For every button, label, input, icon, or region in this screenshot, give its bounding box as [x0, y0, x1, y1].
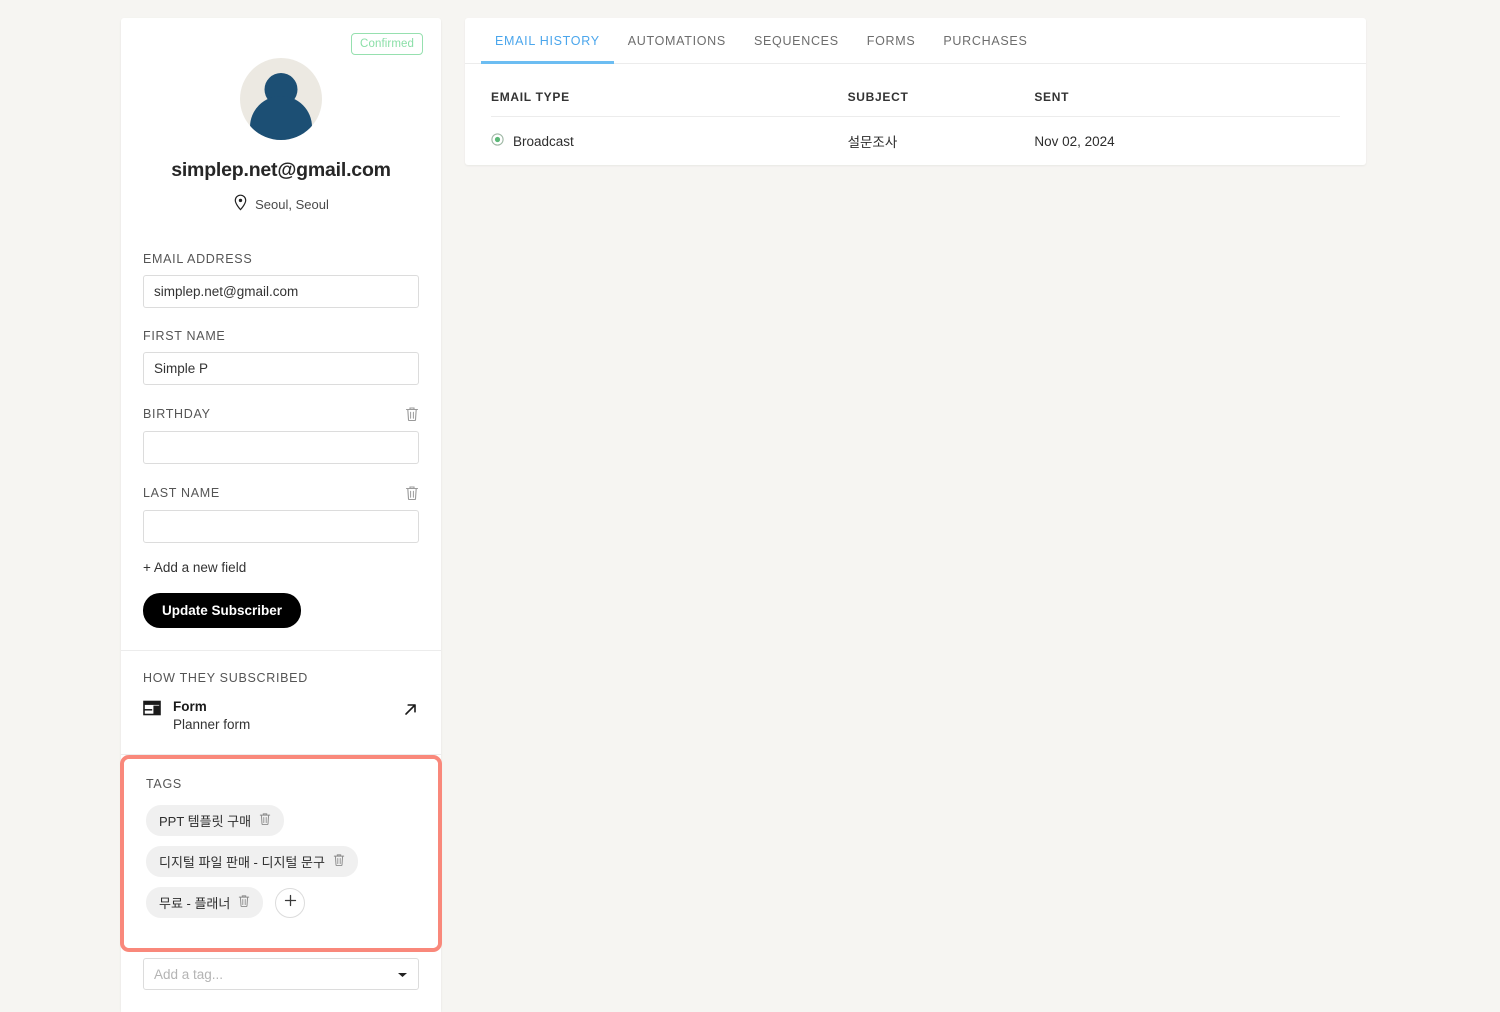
remove-tag-trash-icon[interactable] [259, 812, 271, 829]
email-field-label-text: EMAIL ADDRESS [143, 252, 253, 266]
radio-circle-icon [491, 133, 504, 149]
tags-section: TAGS PPT 템플릿 구매 디지털 파일 판매 - 디지털 문구 무료 - … [124, 759, 438, 948]
add-tag-select-wrapper: Add a tag... [121, 952, 441, 1012]
column-header-sent: SENT [1034, 64, 1340, 117]
column-header-email-type: EMAIL TYPE [491, 64, 848, 117]
email-history-table: EMAIL TYPE SUBJECT SENT Broadcast 설문조사 N… [491, 64, 1340, 165]
activity-panel: EMAIL HISTORY AUTOMATIONS SEQUENCES FORM… [465, 18, 1366, 165]
tag-label: 디지털 파일 판매 - 디지털 문구 [159, 855, 325, 870]
tag-pill[interactable]: 디지털 파일 판매 - 디지털 문구 [146, 846, 358, 877]
tab-automations[interactable]: AUTOMATIONS [614, 18, 740, 64]
tag-row: 디지털 파일 판매 - 디지털 문구 [146, 846, 416, 877]
add-tag-button[interactable] [275, 887, 306, 918]
tag-pill[interactable]: PPT 템플릿 구매 [146, 805, 285, 836]
birthday-field-label-text: BIRTHDAY [143, 407, 211, 421]
tab-sequences[interactable]: SEQUENCES [740, 18, 853, 64]
tag-row: PPT 템플릿 구매 [146, 805, 416, 836]
map-pin-icon [233, 194, 248, 214]
add-tag-select[interactable]: Add a tag... [143, 958, 419, 990]
status-badge: Confirmed [351, 33, 423, 55]
profile-location-label: Seoul, Seoul [255, 196, 329, 212]
activity-tabs: EMAIL HISTORY AUTOMATIONS SEQUENCES FORM… [465, 18, 1366, 64]
tab-email-history[interactable]: EMAIL HISTORY [481, 18, 614, 64]
cell-subject: 설문조사 [847, 135, 898, 150]
profile-location: Seoul, Seoul [143, 194, 419, 214]
birthday-field[interactable] [143, 431, 419, 464]
avatar-body-icon [250, 96, 312, 140]
first-name-field[interactable] [143, 352, 419, 385]
remove-tag-trash-icon[interactable] [333, 853, 345, 870]
email-history-table-area: EMAIL TYPE SUBJECT SENT Broadcast 설문조사 N… [465, 64, 1366, 165]
remove-tag-trash-icon[interactable] [238, 894, 250, 911]
cell-sent: Nov 02, 2024 [1034, 133, 1115, 149]
tags-highlight-box: TAGS PPT 템플릿 구매 디지털 파일 판매 - 디지털 문구 무료 - … [120, 755, 442, 952]
last-name-field-label-text: LAST NAME [143, 486, 220, 500]
tags-title: TAGS [146, 777, 182, 791]
subscribed-source-row: Form Planner form [143, 699, 419, 732]
avatar [240, 58, 322, 140]
birthday-field-label: BIRTHDAY [143, 406, 419, 422]
last-name-field-label: LAST NAME [143, 485, 419, 501]
tag-label: PPT 템플릿 구매 [159, 814, 252, 829]
subscribed-source-type: Form [173, 699, 207, 714]
table-header-row: EMAIL TYPE SUBJECT SENT [491, 64, 1340, 117]
tab-purchases[interactable]: PURCHASES [929, 18, 1041, 64]
email-type-label: Broadcast [513, 133, 574, 149]
tag-label: 무료 - 플래너 [159, 896, 231, 911]
arrow-up-right-icon[interactable] [402, 699, 419, 718]
form-layout-icon [143, 699, 161, 722]
email-field[interactable] [143, 275, 419, 308]
update-subscriber-button[interactable]: Update Subscriber [143, 593, 302, 628]
plus-icon [284, 894, 297, 912]
first-name-field-label-text: FIRST NAME [143, 329, 226, 343]
profile-section: Confirmed simplep.net@gmail.com Seoul, S… [121, 18, 441, 236]
tag-row: 무료 - 플래너 [146, 887, 416, 918]
email-field-label: EMAIL ADDRESS [143, 252, 419, 266]
add-tag-placeholder: Add a tag... [154, 966, 224, 982]
delete-last-name-field-trash-icon[interactable] [405, 485, 419, 501]
column-header-subject: SUBJECT [847, 64, 1035, 117]
delete-birthday-field-trash-icon[interactable] [405, 406, 419, 422]
add-new-field-link[interactable]: + Add a new field [143, 560, 419, 575]
tag-list: PPT 템플릿 구매 디지털 파일 판매 - 디지털 문구 무료 - 플래너 [146, 805, 416, 918]
tab-forms[interactable]: FORMS [853, 18, 930, 64]
table-row[interactable]: Broadcast 설문조사 Nov 02, 2024 [491, 117, 1340, 166]
how-they-subscribed-title: HOW THEY SUBSCRIBED [143, 671, 308, 685]
subscribed-source-name: Planner form [173, 717, 251, 732]
how-they-subscribed-section: HOW THEY SUBSCRIBED Form Planner form [121, 651, 441, 754]
last-name-field[interactable] [143, 510, 419, 543]
cell-email-type: Broadcast [491, 117, 848, 166]
page-title: simplep.net@gmail.com [171, 159, 391, 181]
subscriber-details-card: Confirmed simplep.net@gmail.com Seoul, S… [120, 18, 442, 1012]
first-name-field-label: FIRST NAME [143, 329, 419, 343]
tag-pill[interactable]: 무료 - 플래너 [146, 887, 264, 918]
chevron-down-icon [397, 967, 408, 982]
subscriber-form: EMAIL ADDRESS FIRST NAME BIRTHDAY LAST N… [121, 236, 441, 650]
